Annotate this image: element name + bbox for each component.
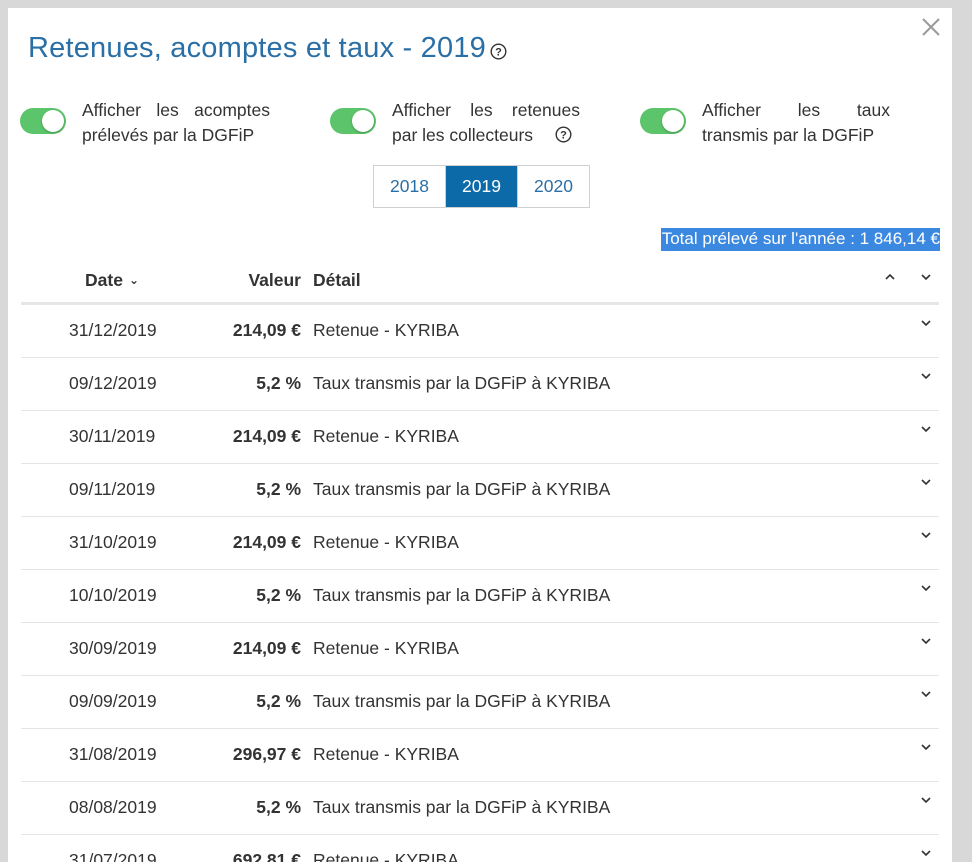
taux-switch[interactable] xyxy=(640,108,686,134)
row-date: 31/12/2019 xyxy=(69,320,157,340)
title-row: Retenues, acomptes et taux - 2019 ? xyxy=(28,32,507,65)
row-detail: Retenue - KYRIBA xyxy=(313,850,459,862)
table-row[interactable]: 10/10/2019 5,2 % Taux transmis par la DGFi… xyxy=(21,570,939,623)
row-detail: Taux transmis par la DGFiP à KYRIBA xyxy=(313,479,611,499)
expand-row-icon[interactable] xyxy=(919,688,933,700)
expand-row-icon[interactable] xyxy=(919,582,933,594)
row-value: 214,09 € xyxy=(232,320,301,340)
year-button-2018[interactable]: 2018 xyxy=(374,166,445,207)
year-selector: 2018 2019 2020 xyxy=(373,165,590,208)
close-icon[interactable] xyxy=(918,14,944,40)
row-value: 296,97 € xyxy=(232,744,301,764)
expand-row-icon[interactable] xyxy=(919,794,933,806)
toggle-taux: Afficher les taux transmis par la DGFiP xyxy=(640,98,890,148)
detail-column-header: Détail xyxy=(313,270,361,290)
row-date: 09/12/2019 xyxy=(69,373,157,393)
row-date: 31/07/2019 xyxy=(69,850,157,862)
toggle-label-retenues: Afficher les retenues par les collecteur… xyxy=(392,100,580,145)
row-date: 09/09/2019 xyxy=(69,691,157,711)
help-icon[interactable]: ? xyxy=(490,43,507,60)
date-column-header[interactable]: Date ⌄ xyxy=(85,270,139,291)
sort-caret-icon: ⌄ xyxy=(128,273,139,287)
expand-row-icon[interactable] xyxy=(919,635,933,647)
row-date: 09/11/2019 xyxy=(69,479,156,499)
collapse-all-icon[interactable] xyxy=(883,271,897,283)
table-body: 31/12/2019 214,09 € Retenue - KYRIBA 09/12/… xyxy=(21,305,939,862)
expand-row-icon[interactable] xyxy=(919,847,933,859)
acomptes-switch[interactable] xyxy=(20,108,66,134)
row-date: 30/11/2019 xyxy=(69,426,156,446)
row-date: 31/08/2019 xyxy=(69,744,157,764)
row-value: 5,2 % xyxy=(256,585,301,605)
toggle-acomptes: Afficher les acomptes prélevés par la DG… xyxy=(20,98,270,148)
table-row[interactable]: 30/09/2019 214,09 € Retenue - KYRIBA xyxy=(21,623,939,676)
table-row[interactable]: 31/10/2019 214,09 € Retenue - KYRIBA xyxy=(21,517,939,570)
row-value: 5,2 % xyxy=(256,691,301,711)
row-value: 5,2 % xyxy=(256,479,301,499)
help-icon[interactable]: ? xyxy=(555,126,572,143)
table-row[interactable]: 31/07/2019 692,81 € Retenue - KYRIBA xyxy=(21,835,939,862)
withholding-table: Date ⌄ Valeur Détail 31/12/2019 214,09 € Re… xyxy=(21,260,939,862)
toggle-bar: Afficher les acomptes prélevés par la DG… xyxy=(20,98,940,158)
row-date: 08/08/2019 xyxy=(69,797,157,817)
expand-row-icon[interactable] xyxy=(919,423,933,435)
row-value: 214,09 € xyxy=(232,426,301,446)
switch-knob xyxy=(42,110,64,132)
table-row[interactable]: 30/11/2019 214,09 € Retenue - KYRIBA xyxy=(21,411,939,464)
expand-row-icon[interactable] xyxy=(919,317,933,329)
table-row[interactable]: 08/08/2019 5,2 % Taux transmis par la DGFi… xyxy=(21,782,939,835)
value-column-header: Valeur xyxy=(248,270,301,290)
row-detail: Retenue - KYRIBA xyxy=(313,426,459,446)
expand-row-icon[interactable] xyxy=(919,476,933,488)
switch-knob xyxy=(662,110,684,132)
expand-row-icon[interactable] xyxy=(919,741,933,753)
row-value: 692,81 € xyxy=(232,850,301,862)
table-row[interactable]: 31/08/2019 296,97 € Retenue - KYRIBA xyxy=(21,729,939,782)
row-value: 5,2 % xyxy=(256,797,301,817)
total-amount: Total prélevé sur l'année : 1 846,14 € xyxy=(660,228,940,251)
switch-knob xyxy=(352,110,374,132)
toggle-retenues: Afficher les retenues par les collecteur… xyxy=(330,98,580,148)
table-row[interactable]: 09/12/2019 5,2 % Taux transmis par la DGFi… xyxy=(21,358,939,411)
row-value: 214,09 € xyxy=(232,532,301,552)
row-date: 10/10/2019 xyxy=(69,585,157,605)
table-row[interactable]: 09/09/2019 5,2 % Taux transmis par la DGFi… xyxy=(21,676,939,729)
date-header-label: Date xyxy=(85,270,123,290)
row-detail: Retenue - KYRIBA xyxy=(313,532,459,552)
modal-dialog: Retenues, acomptes et taux - 2019 ? Affi… xyxy=(8,8,952,862)
row-detail: Taux transmis par la DGFiP à KYRIBA xyxy=(313,691,611,711)
year-button-2019[interactable]: 2019 xyxy=(445,166,517,207)
table-row[interactable]: 31/12/2019 214,09 € Retenue - KYRIBA xyxy=(21,305,939,358)
expand-all-icon[interactable] xyxy=(919,271,933,283)
toggle-label-acomptes: Afficher les acomptes prélevés par la DG… xyxy=(82,100,270,145)
expand-row-icon[interactable] xyxy=(919,370,933,382)
svg-text:?: ? xyxy=(560,130,567,142)
row-date: 31/10/2019 xyxy=(69,532,157,552)
row-date: 30/09/2019 xyxy=(69,638,157,658)
row-detail: Taux transmis par la DGFiP à KYRIBA xyxy=(313,585,611,605)
toggle-label-taux: Afficher les taux transmis par la DGFiP xyxy=(702,100,890,145)
year-button-2020[interactable]: 2020 xyxy=(517,166,589,207)
row-detail: Taux transmis par la DGFiP à KYRIBA xyxy=(313,797,611,817)
row-detail: Retenue - KYRIBA xyxy=(313,320,459,340)
page-title: Retenues, acomptes et taux - 2019 xyxy=(28,32,486,64)
svg-text:?: ? xyxy=(495,47,502,59)
retenues-switch[interactable] xyxy=(330,108,376,134)
table-header: Date ⌄ Valeur Détail xyxy=(21,260,939,305)
row-value: 5,2 % xyxy=(256,373,301,393)
row-detail: Retenue - KYRIBA xyxy=(313,744,459,764)
toggle-label-retenues-wrap: Afficher les retenues par les collecteur… xyxy=(392,98,580,148)
row-detail: Retenue - KYRIBA xyxy=(313,638,459,658)
table-row[interactable]: 09/11/2019 5,2 % Taux transmis par la DGFi… xyxy=(21,464,939,517)
row-value: 214,09 € xyxy=(232,638,301,658)
row-detail: Taux transmis par la DGFiP à KYRIBA xyxy=(313,373,611,393)
expand-row-icon[interactable] xyxy=(919,529,933,541)
